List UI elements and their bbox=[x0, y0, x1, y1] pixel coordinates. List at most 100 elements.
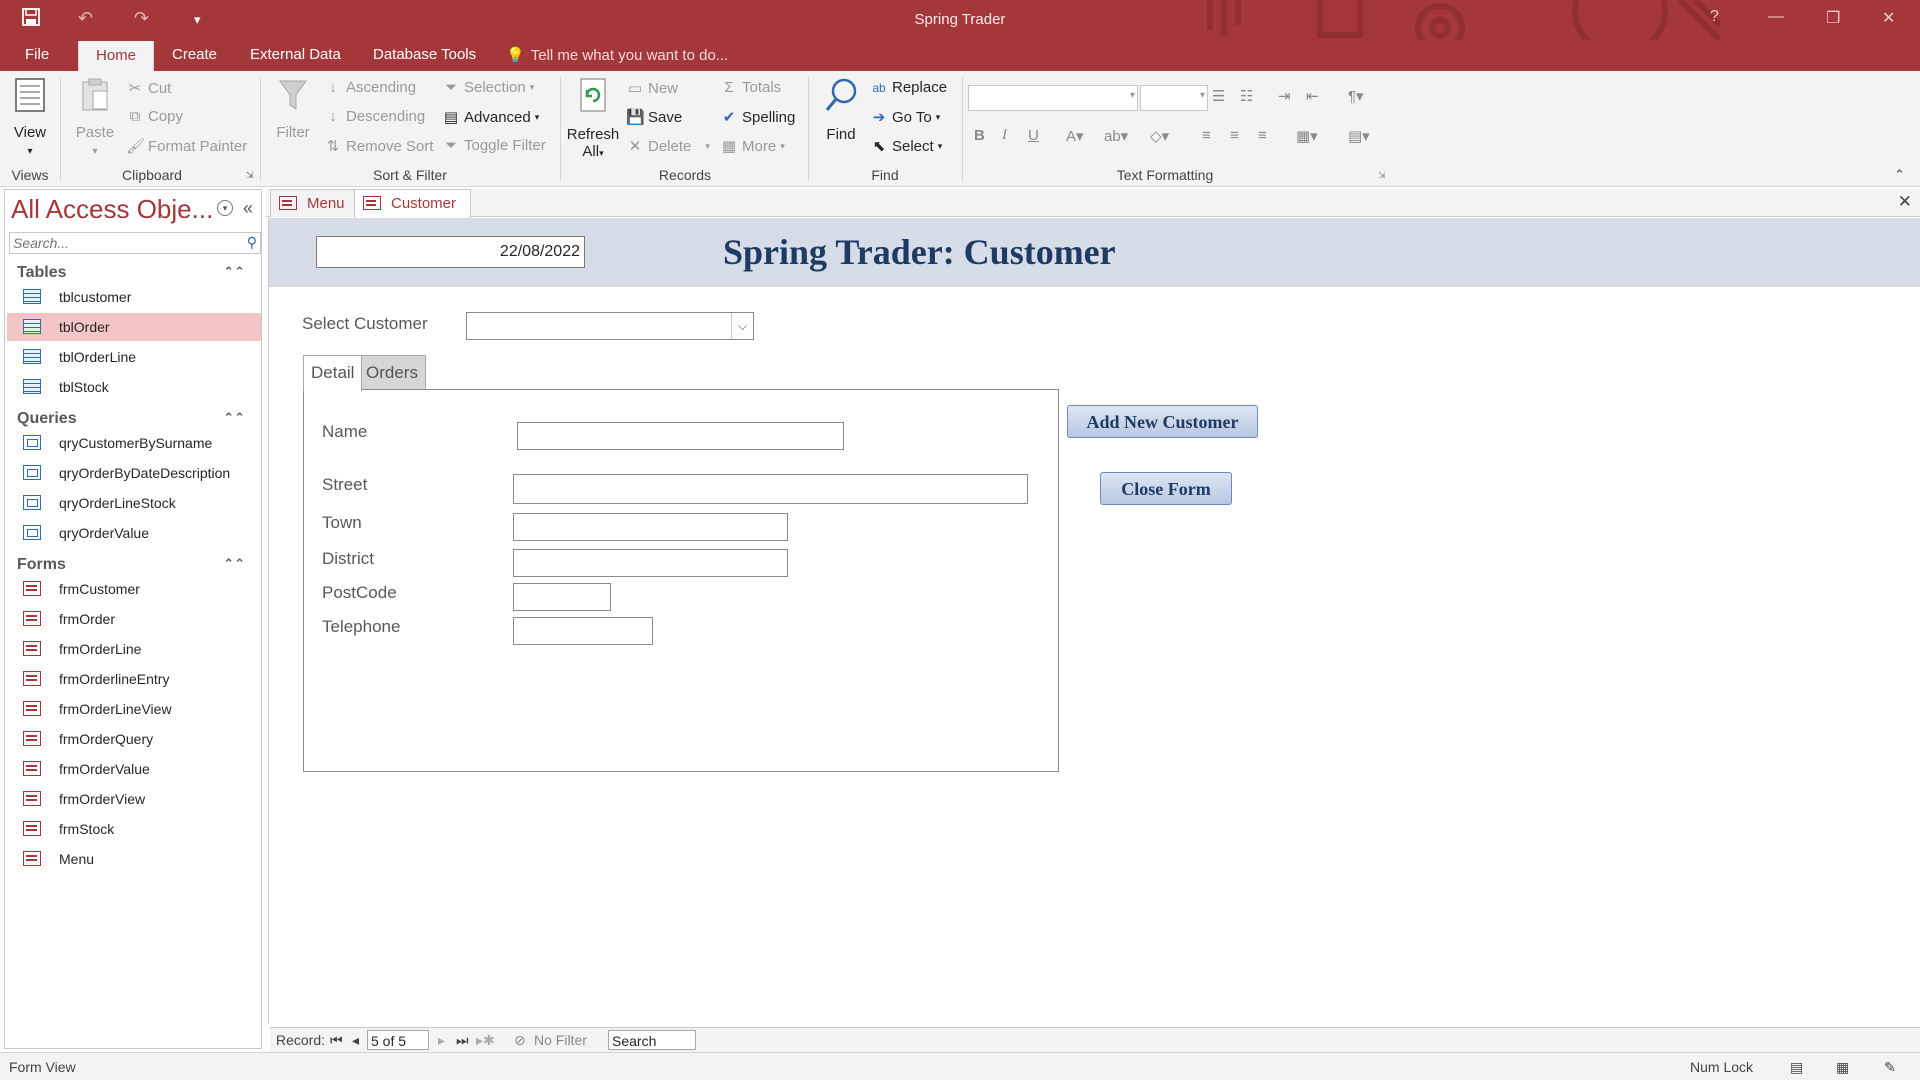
name-input[interactable] bbox=[518, 423, 843, 449]
nav-item-qryorderbydatedescription[interactable]: qryOrderByDateDescription bbox=[7, 459, 261, 487]
nav-group-queries[interactable]: Queries ⌃⌃ bbox=[17, 410, 253, 428]
nav-item-tblstock[interactable]: tblStock bbox=[7, 373, 261, 401]
next-record-icon[interactable]: ▸ bbox=[438, 1032, 445, 1049]
nav-item-tblcustomer[interactable]: tblcustomer bbox=[7, 283, 261, 311]
align-left-icon[interactable]: ≡ bbox=[1202, 127, 1211, 144]
alternate-row-color-icon[interactable]: ▦▾ bbox=[1296, 127, 1318, 145]
street-field[interactable] bbox=[513, 474, 1028, 504]
italic-icon[interactable]: I bbox=[1002, 127, 1007, 144]
decrease-indent-icon[interactable]: ⇤ bbox=[1306, 87, 1319, 105]
postcode-field[interactable] bbox=[513, 583, 611, 611]
nav-group-tables[interactable]: Tables ⌃⌃ bbox=[17, 264, 253, 282]
view-button[interactable]: View ▾ bbox=[8, 77, 52, 158]
district-input[interactable] bbox=[514, 550, 787, 576]
nav-group-forms[interactable]: Forms ⌃⌃ bbox=[17, 556, 253, 574]
refresh-all-button[interactable]: Refresh All▾ bbox=[566, 77, 620, 160]
selection-button[interactable]: ⏷ Selection ▾ bbox=[442, 79, 534, 96]
spelling-button[interactable]: ✔ Spelling bbox=[720, 108, 796, 127]
collapse-group-icon[interactable]: ⌃⌃ bbox=[223, 264, 245, 280]
form-view-icon[interactable]: ▤ bbox=[1790, 1059, 1803, 1076]
no-filter-label[interactable]: No Filter bbox=[534, 1032, 587, 1048]
minimize-icon[interactable]: — bbox=[1768, 8, 1784, 26]
align-right-icon[interactable]: ≡ bbox=[1258, 127, 1267, 144]
toggle-filter-button[interactable]: ⏷ Toggle Filter bbox=[442, 137, 546, 154]
doc-tab-menu[interactable]: Menu bbox=[270, 189, 356, 217]
find-button[interactable]: Find bbox=[816, 77, 866, 143]
cut-button[interactable]: ✂ Cut bbox=[126, 79, 172, 98]
town-input[interactable] bbox=[514, 514, 787, 540]
nav-item-frmorderlineentry[interactable]: frmOrderlineEntry bbox=[7, 665, 261, 693]
paste-button[interactable]: Paste ▾ bbox=[72, 77, 118, 158]
new-record-button[interactable]: ▭ New bbox=[626, 79, 678, 98]
tell-me-box[interactable]: 💡 Tell me what you want to do... bbox=[506, 46, 728, 64]
tab-orders[interactable]: Orders bbox=[358, 355, 426, 389]
record-search-box[interactable]: Search bbox=[608, 1030, 696, 1050]
format-painter-button[interactable]: 🖌 Format Painter bbox=[126, 137, 247, 156]
design-view-icon[interactable]: ✎ bbox=[1884, 1059, 1896, 1076]
underline-icon[interactable]: U bbox=[1028, 127, 1039, 144]
goto-button[interactable]: ➔ Go To ▾ bbox=[870, 108, 941, 127]
nav-item-frmorder[interactable]: frmOrder bbox=[7, 605, 261, 633]
select-button[interactable]: ⬉ Select ▾ bbox=[870, 137, 943, 156]
tab-detail[interactable]: Detail bbox=[303, 355, 363, 391]
nav-item-qryorderlinestock[interactable]: qryOrderLineStock bbox=[7, 489, 261, 517]
increase-indent-icon[interactable]: ⇥ bbox=[1278, 87, 1291, 105]
nav-pane-title[interactable]: All Access Obje... bbox=[11, 194, 213, 225]
nav-item-frmordervalue[interactable]: frmOrderValue bbox=[7, 755, 261, 783]
name-field[interactable] bbox=[517, 422, 844, 450]
tab-home[interactable]: Home bbox=[78, 41, 155, 71]
close-document-icon[interactable]: ✕ bbox=[1898, 192, 1912, 212]
collapse-group-icon[interactable]: ⌃⌃ bbox=[223, 556, 245, 572]
new-record-nav-icon[interactable]: ▸✱ bbox=[476, 1032, 495, 1049]
tab-create[interactable]: Create bbox=[172, 46, 217, 63]
nav-item-tblorder[interactable]: tblOrder bbox=[7, 313, 261, 341]
nav-item-frmcustomer[interactable]: frmCustomer bbox=[7, 575, 261, 603]
clipboard-launcher-icon[interactable]: ⇲ bbox=[246, 170, 254, 181]
help-icon[interactable]: ? bbox=[1710, 8, 1719, 26]
restore-icon[interactable]: ❐ bbox=[1826, 8, 1840, 28]
font-color-icon[interactable]: A▾ bbox=[1066, 127, 1084, 145]
current-record-box[interactable]: 5 of 5 bbox=[367, 1030, 429, 1050]
font-size-combo[interactable]: ▾ bbox=[1140, 85, 1208, 111]
text-formatting-launcher-icon[interactable]: ⇲ bbox=[1378, 170, 1386, 181]
paragraph-direction-icon[interactable]: ¶▾ bbox=[1348, 87, 1364, 105]
fill-color-icon[interactable]: ◇▾ bbox=[1150, 127, 1169, 145]
collapse-ribbon-icon[interactable]: ⌃ bbox=[1894, 167, 1905, 183]
delete-record-button[interactable]: ✕ Delete ▾ bbox=[626, 137, 710, 156]
close-form-button[interactable]: Close Form bbox=[1100, 472, 1232, 505]
nav-search-input[interactable] bbox=[10, 233, 230, 253]
nav-item-menu[interactable]: Menu bbox=[7, 845, 261, 873]
chevron-down-icon[interactable]: ⌵ bbox=[731, 313, 753, 339]
add-new-customer-button[interactable]: Add New Customer bbox=[1067, 405, 1258, 438]
nav-item-frmorderquery[interactable]: frmOrderQuery bbox=[7, 725, 261, 753]
more-button[interactable]: ▦ More ▾ bbox=[720, 137, 785, 156]
nav-item-qryordervalue[interactable]: qryOrderValue bbox=[7, 519, 261, 547]
collapse-group-icon[interactable]: ⌃⌃ bbox=[223, 410, 245, 426]
select-customer-combo[interactable]: ⌵ bbox=[466, 312, 754, 340]
bold-icon[interactable]: B bbox=[974, 127, 985, 144]
totals-button[interactable]: Σ Totals bbox=[720, 79, 781, 96]
descending-button[interactable]: ↓ Descending bbox=[324, 108, 425, 125]
bullets-icon[interactable]: ☰ bbox=[1212, 87, 1225, 105]
font-name-combo[interactable]: ▾ bbox=[968, 85, 1138, 111]
copy-button[interactable]: ⧉ Copy bbox=[126, 108, 183, 125]
layout-view-icon[interactable]: ▦ bbox=[1836, 1059, 1849, 1076]
nav-item-frmorderlineview[interactable]: frmOrderLineView bbox=[7, 695, 261, 723]
nav-collapse-icon[interactable]: « bbox=[243, 198, 253, 219]
town-field[interactable] bbox=[513, 513, 788, 541]
street-input[interactable] bbox=[514, 475, 1027, 503]
postcode-input[interactable] bbox=[514, 584, 610, 610]
advanced-button[interactable]: ▤ Advanced ▾ bbox=[442, 108, 539, 127]
nav-menu-dropdown-icon[interactable]: ▾ bbox=[217, 200, 233, 216]
nav-item-frmorderview[interactable]: frmOrderView bbox=[7, 785, 261, 813]
filter-button[interactable]: Filter bbox=[270, 77, 316, 141]
nav-item-tblorderline[interactable]: tblOrderLine bbox=[7, 343, 261, 371]
save-record-button[interactable]: 💾 Save bbox=[626, 108, 682, 127]
tab-database-tools[interactable]: Database Tools bbox=[373, 46, 476, 63]
nav-item-frmorderline[interactable]: frmOrderLine bbox=[7, 635, 261, 663]
highlight-icon[interactable]: ab▾ bbox=[1104, 127, 1128, 145]
telephone-input[interactable] bbox=[514, 618, 652, 644]
telephone-field[interactable] bbox=[513, 617, 653, 645]
search-icon[interactable]: ⚲ bbox=[247, 234, 257, 251]
tab-external-data[interactable]: External Data bbox=[250, 46, 341, 63]
